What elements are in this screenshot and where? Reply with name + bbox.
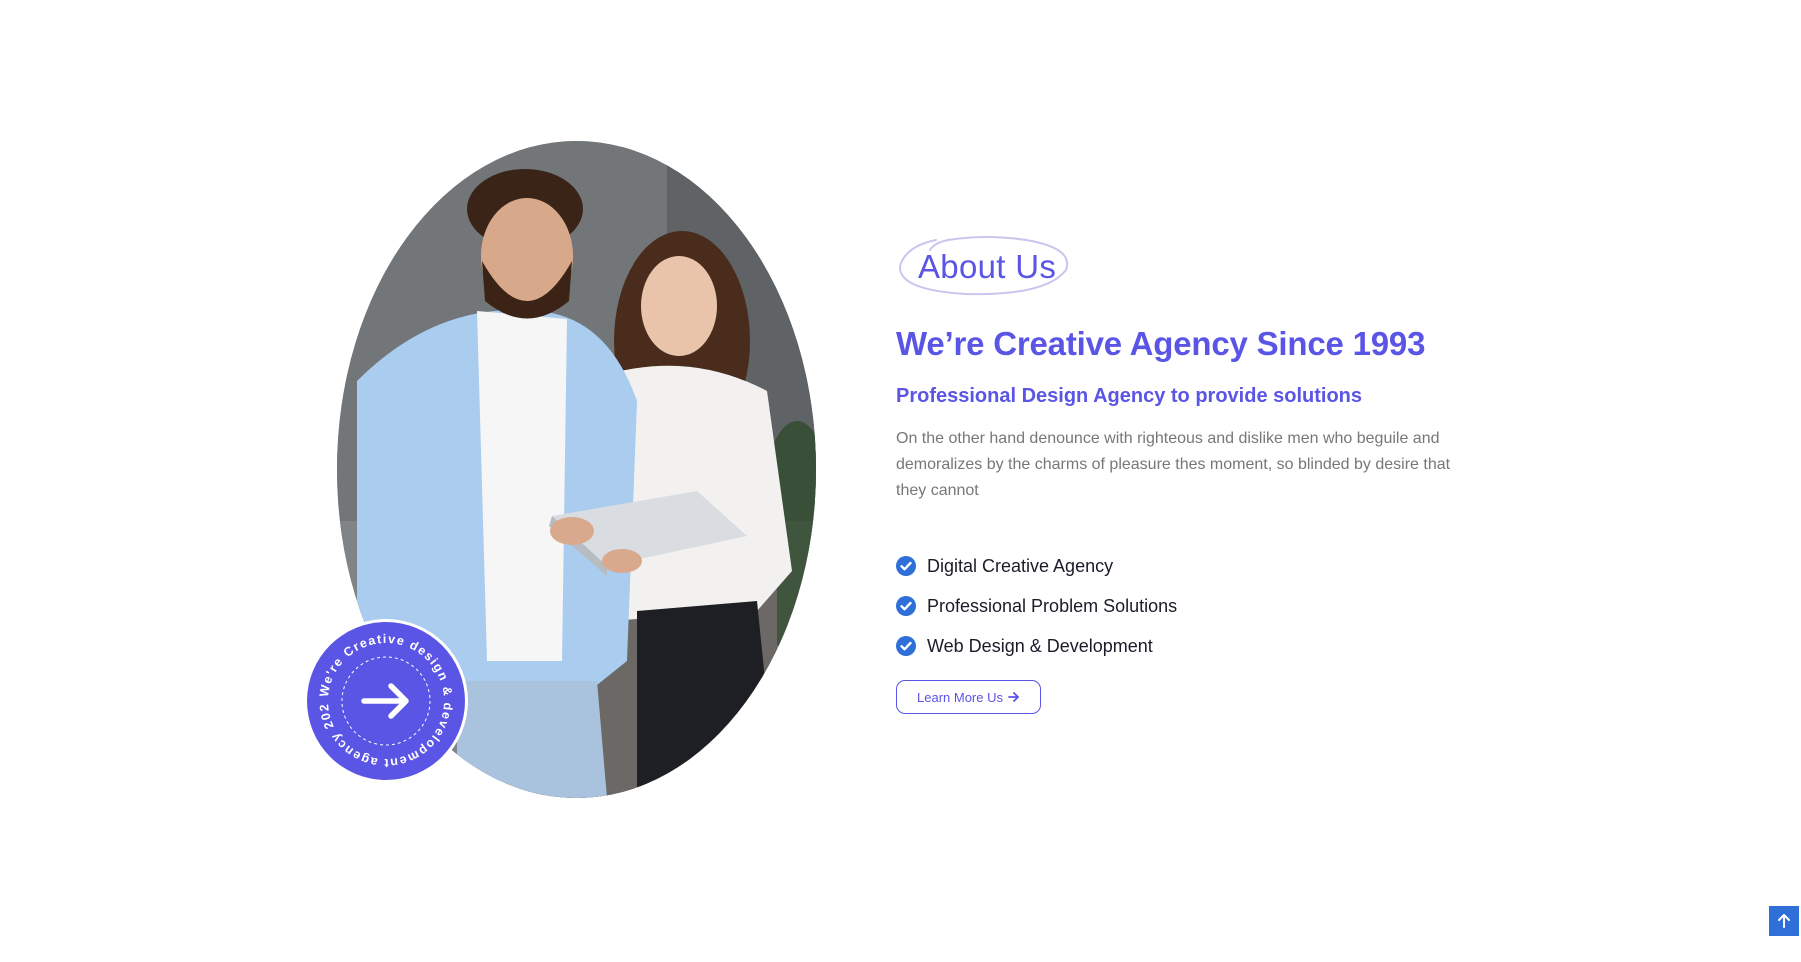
about-body-text: On the other hand denounce with righteou… — [896, 430, 1451, 499]
creative-agency-badge[interactable]: We're Creative design & development agen… — [307, 622, 465, 780]
arrow-right-icon — [361, 683, 409, 719]
learn-more-label: Learn More Us — [917, 689, 1003, 705]
scroll-to-top-button[interactable] — [1769, 906, 1799, 936]
feature-item: Digital Creative Agency — [896, 546, 1496, 586]
about-section: We're Creative design & development agen… — [0, 0, 1801, 962]
feature-item: Web Design & Development — [896, 626, 1496, 666]
feature-label: Professional Problem Solutions — [927, 595, 1178, 616]
feature-item: Professional Problem Solutions — [896, 586, 1496, 626]
check-circle-icon — [896, 596, 916, 616]
feature-label: Digital Creative Agency — [927, 555, 1114, 576]
learn-more-button[interactable]: Learn More Us — [896, 680, 1041, 714]
feature-list: Digital Creative Agency Professional Pro… — [896, 546, 1496, 666]
about-headline: We’re Creative Agency Since 1993 — [896, 325, 1426, 362]
feature-label: Web Design & Development — [927, 635, 1153, 656]
badge-ring-text: We're Creative design & development agen… — [307, 622, 455, 770]
about-subheadline: Professional Design Agency to provide so… — [896, 385, 1363, 407]
arrow-up-icon — [1778, 914, 1790, 928]
arrow-right-icon — [1008, 692, 1019, 702]
check-circle-icon — [896, 636, 916, 656]
about-eyebrow-label: About Us — [918, 248, 1057, 285]
check-circle-icon — [896, 556, 916, 576]
about-content: About Us We’re Creative Agency Since 199… — [896, 232, 1496, 714]
